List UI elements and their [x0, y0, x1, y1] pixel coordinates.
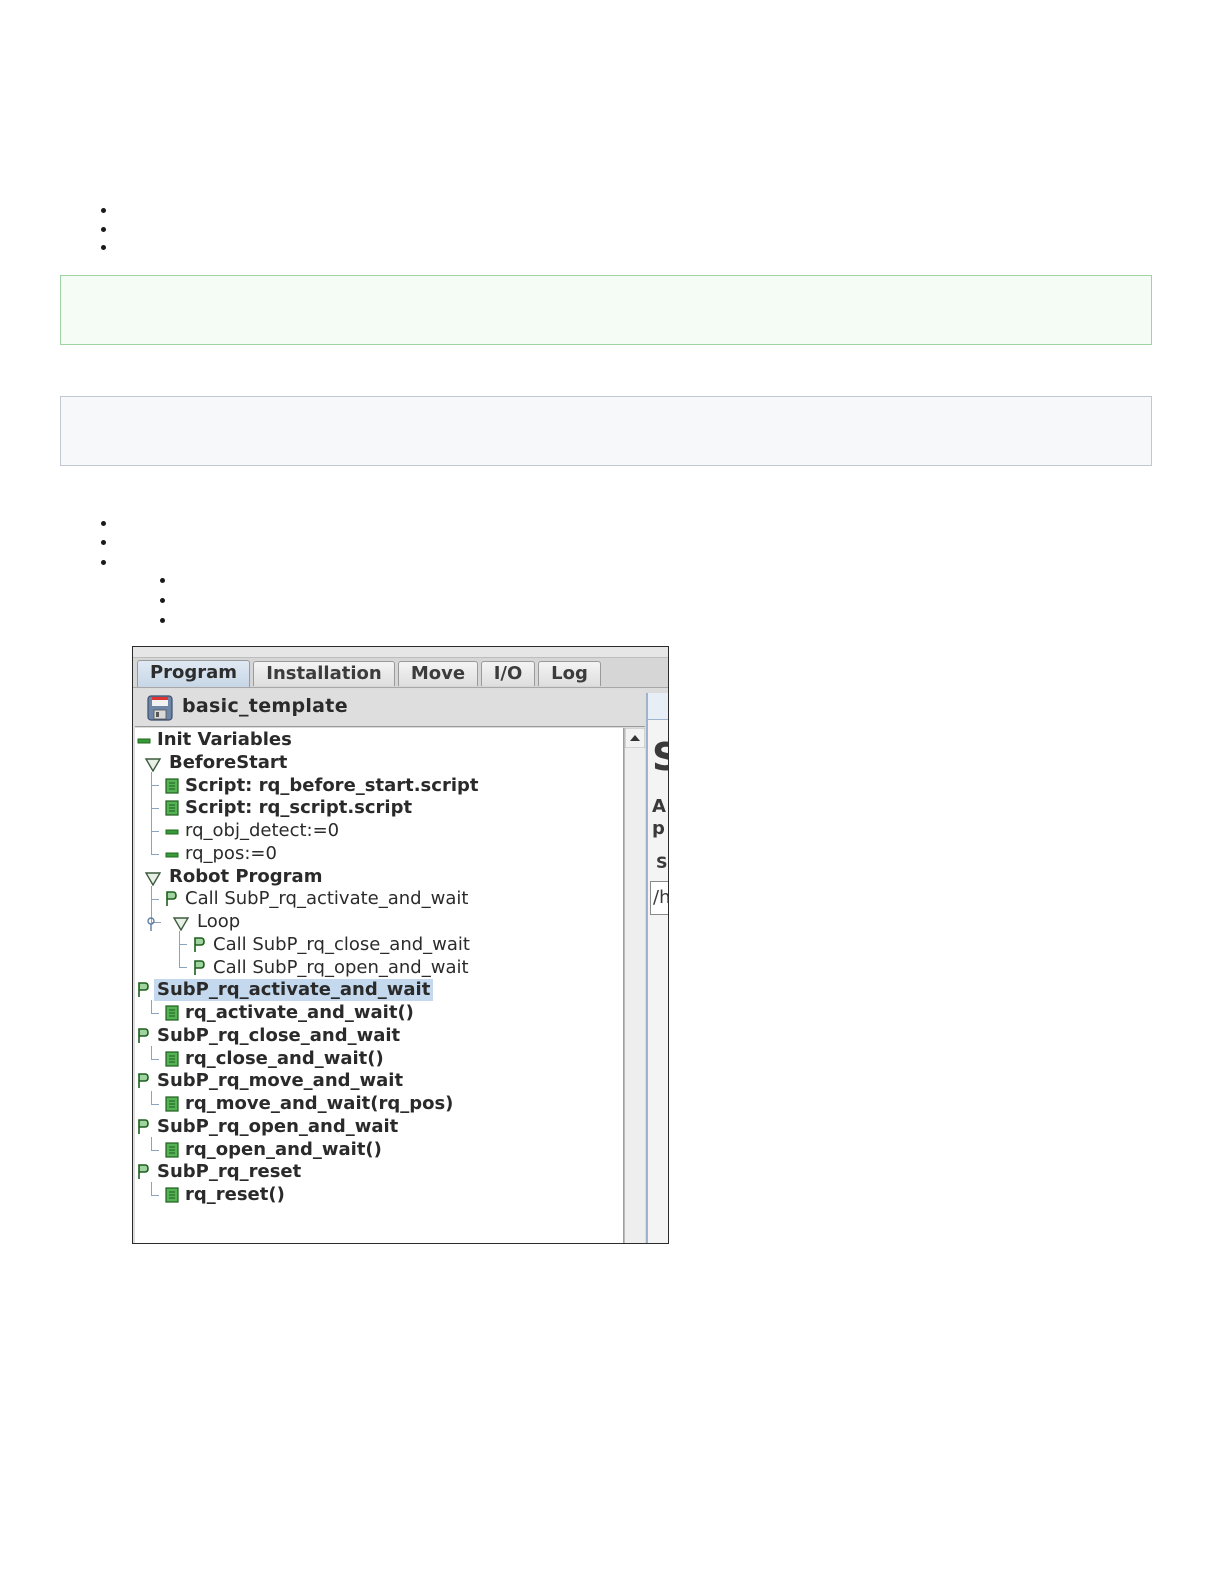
tree-node-label: rq_move_and_wait(rq_pos) — [185, 1093, 454, 1114]
sub-list-bullet — [160, 598, 165, 603]
floppy-disk-icon[interactable] — [147, 695, 173, 721]
list-bullet — [101, 540, 106, 545]
tree-scrollbar[interactable] — [624, 728, 645, 1243]
sub-list-bullet — [160, 578, 165, 583]
scroll-up-arrow-icon[interactable] — [625, 728, 645, 748]
tree-node-label: Call SubP_rq_close_and_wait — [213, 933, 470, 955]
expand-triangle-icon[interactable] — [144, 756, 162, 778]
detail-panel-tab — [648, 693, 668, 720]
tree-guide-line — [151, 1182, 152, 1195]
tab-bar-top-strip — [133, 647, 668, 658]
tree-guide-line — [151, 854, 159, 855]
script-icon — [165, 1005, 179, 1027]
tree-guide-line — [151, 1195, 159, 1196]
tree-node-label: SubP_rq_move_and_wait — [157, 1070, 404, 1092]
script-icon — [165, 800, 179, 822]
tree-node-label: rq_open_and_wait() — [185, 1138, 382, 1160]
tree-node-label: Robot Program — [169, 865, 323, 887]
subprogram-icon — [137, 1164, 149, 1186]
tree-guide-line — [151, 1091, 152, 1104]
subprogram-icon — [165, 891, 177, 913]
subprogram-icon — [137, 1073, 149, 1095]
script-icon — [165, 1141, 179, 1164]
list-bullet — [101, 227, 106, 232]
detail-path-field[interactable]: /h — [650, 881, 668, 915]
variable-icon — [165, 846, 179, 868]
list-bullet — [101, 521, 106, 526]
tree-node-label: rq_activate_and_wait() — [185, 1002, 414, 1023]
tree-guide-line — [151, 785, 159, 786]
script-icon — [165, 1096, 179, 1118]
tree-guide-line — [151, 1000, 152, 1013]
tree-node-label: rq_pos:=0 — [185, 842, 277, 864]
tab-program[interactable]: Program — [137, 660, 250, 687]
variable-icon — [137, 732, 151, 754]
list-bullet — [101, 245, 106, 250]
subprogram-icon — [137, 982, 149, 1004]
variable-icon — [165, 823, 179, 845]
tree-node-label: Call SubP_rq_open_and_wait — [213, 956, 469, 978]
subprogram-icon — [193, 936, 205, 959]
info-callout-box — [60, 396, 1152, 466]
list-bullet — [101, 560, 106, 565]
script-icon — [165, 1050, 179, 1073]
script-icon — [165, 777, 179, 800]
detail-heading-fragment: S — [652, 737, 668, 777]
program-tree: Init Variables BeforeStart Script: rq_befo… — [135, 728, 624, 1243]
expand-triangle-icon[interactable] — [172, 915, 190, 937]
tree-guide-line — [151, 899, 159, 900]
tree-node-label: rq_close_and_wait() — [185, 1047, 384, 1069]
tree-node-label: SubP_rq_open_and_wait — [157, 1115, 399, 1137]
loop-marker-icon — [147, 917, 155, 931]
tree-node-label: SubP_rq_close_and_wait — [157, 1024, 401, 1046]
tree-guide-line — [151, 808, 159, 809]
program-file-name: basic_template — [182, 695, 348, 717]
tree-guide-line — [151, 1104, 159, 1105]
tree-guide-line — [151, 1046, 152, 1059]
program-title-bar: basic_template — [135, 689, 645, 727]
tab-bar: Program Installation Move I/O Log — [133, 647, 668, 688]
tree-node-label: SubP_rq_activate_and_wait — [154, 979, 434, 1002]
detail-text-fragment: p — [652, 818, 665, 839]
tree-guide-line — [179, 967, 187, 968]
node-detail-panel: S A p S /h — [646, 693, 668, 1243]
subprogram-icon — [193, 959, 205, 982]
tree-node-label: Call SubP_rq_activate_and_wait — [185, 888, 469, 910]
tree-node-label: Script: rq_before_start.script — [185, 774, 479, 796]
script-icon — [165, 1187, 179, 1209]
tree-node-label: Script: rq_script.script — [185, 797, 413, 819]
program-screenshot: Program Installation Move I/O Log basic_… — [132, 646, 669, 1244]
tree-node-label: BeforeStart — [169, 751, 288, 773]
tree-guide-line — [151, 1059, 159, 1060]
tree-guide-line — [151, 1137, 152, 1150]
tree-guide-line — [151, 831, 159, 832]
tab-io[interactable]: I/O — [481, 661, 535, 686]
tree-guide-line — [151, 1013, 159, 1014]
detail-text-fragment: A — [652, 796, 666, 817]
sub-list-bullet — [160, 618, 165, 623]
tab-move[interactable]: Move — [398, 661, 478, 686]
tree-node-label: rq_reset() — [185, 1184, 285, 1205]
expand-triangle-icon[interactable] — [144, 870, 162, 892]
tree-guide-line — [179, 944, 187, 945]
tip-callout-box — [60, 275, 1152, 345]
tab-log[interactable]: Log — [538, 661, 601, 686]
subprogram-icon — [137, 1027, 149, 1050]
tree-node-label: rq_obj_detect:=0 — [185, 820, 340, 841]
tree-guide-line — [151, 1150, 159, 1151]
tree-node-label: Loop — [197, 911, 241, 932]
detail-label-fragment: S — [656, 853, 668, 872]
tree-node-label: Init Variables — [157, 729, 292, 750]
subprogram-icon — [137, 1118, 149, 1141]
tree-node-label: SubP_rq_reset — [157, 1161, 302, 1183]
tab-installation[interactable]: Installation — [253, 661, 395, 686]
list-bullet — [101, 208, 106, 213]
